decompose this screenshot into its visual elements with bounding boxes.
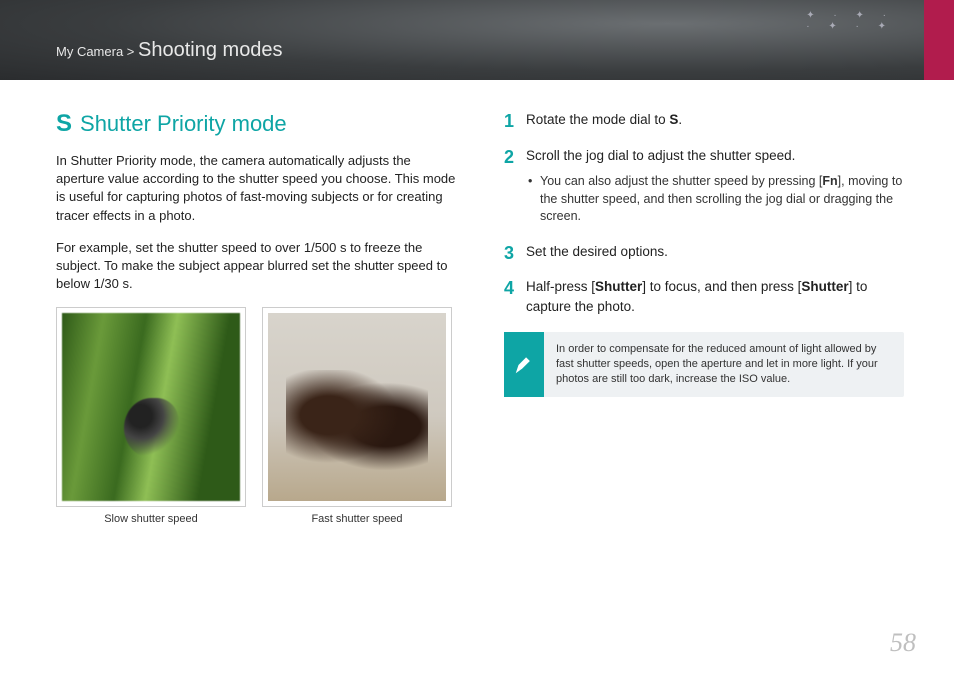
step-1: Rotate the mode dial to S. xyxy=(504,110,904,130)
breadcrumb: My Camera > Shooting modes xyxy=(56,39,283,62)
example-slow-frame xyxy=(56,307,246,507)
decorative-sparkles: ✦ · ✦ ·· ✦ · ✦ xyxy=(806,10,894,32)
example-fast-frame xyxy=(262,307,452,507)
content-area: S Shutter Priority mode In Shutter Prior… xyxy=(0,80,954,525)
breadcrumb-section: Shooting modes xyxy=(138,39,283,61)
note-box: In order to compensate for the reduced a… xyxy=(504,332,904,397)
slow-shutter-image xyxy=(62,313,240,501)
example-slow-caption: Slow shutter speed xyxy=(56,513,246,525)
step-4: Half-press [Shutter] to focus, and then … xyxy=(504,277,904,316)
example-images-row: Slow shutter speed Fast shutter speed xyxy=(56,307,456,525)
fn-glyph-icon: Fn xyxy=(822,174,837,188)
step-3: Set the desired options. xyxy=(504,242,904,262)
page-number: 58 xyxy=(890,628,916,658)
title-text: Shutter Priority mode xyxy=(80,111,287,137)
note-pencil-icon xyxy=(504,332,544,397)
step-2-sublist: You can also adjust the shutter speed by… xyxy=(526,173,904,226)
s-glyph-icon: S xyxy=(669,112,678,127)
left-column: S Shutter Priority mode In Shutter Prior… xyxy=(56,110,456,525)
fast-shutter-image xyxy=(268,313,446,501)
example-fast-caption: Fast shutter speed xyxy=(262,513,452,525)
note-text: In order to compensate for the reduced a… xyxy=(544,332,904,397)
right-column: Rotate the mode dial to S. Scroll the jo… xyxy=(504,110,904,525)
s-mode-icon: S xyxy=(56,110,72,138)
page-header: ✦ · ✦ ·· ✦ · ✦ My Camera > Shooting mode… xyxy=(0,0,954,80)
step-2: Scroll the jog dial to adjust the shutte… xyxy=(504,146,904,226)
example-fast: Fast shutter speed xyxy=(262,307,452,525)
breadcrumb-parent: My Camera xyxy=(56,44,123,59)
intro-paragraph-1: In Shutter Priority mode, the camera aut… xyxy=(56,152,456,225)
page-title: S Shutter Priority mode xyxy=(56,110,456,138)
intro-paragraph-2: For example, set the shutter speed to ov… xyxy=(56,239,456,294)
step-2-subitem: You can also adjust the shutter speed by… xyxy=(526,173,904,226)
breadcrumb-sep: > xyxy=(123,44,138,59)
steps-list: Rotate the mode dial to S. Scroll the jo… xyxy=(504,110,904,316)
example-slow: Slow shutter speed xyxy=(56,307,246,525)
